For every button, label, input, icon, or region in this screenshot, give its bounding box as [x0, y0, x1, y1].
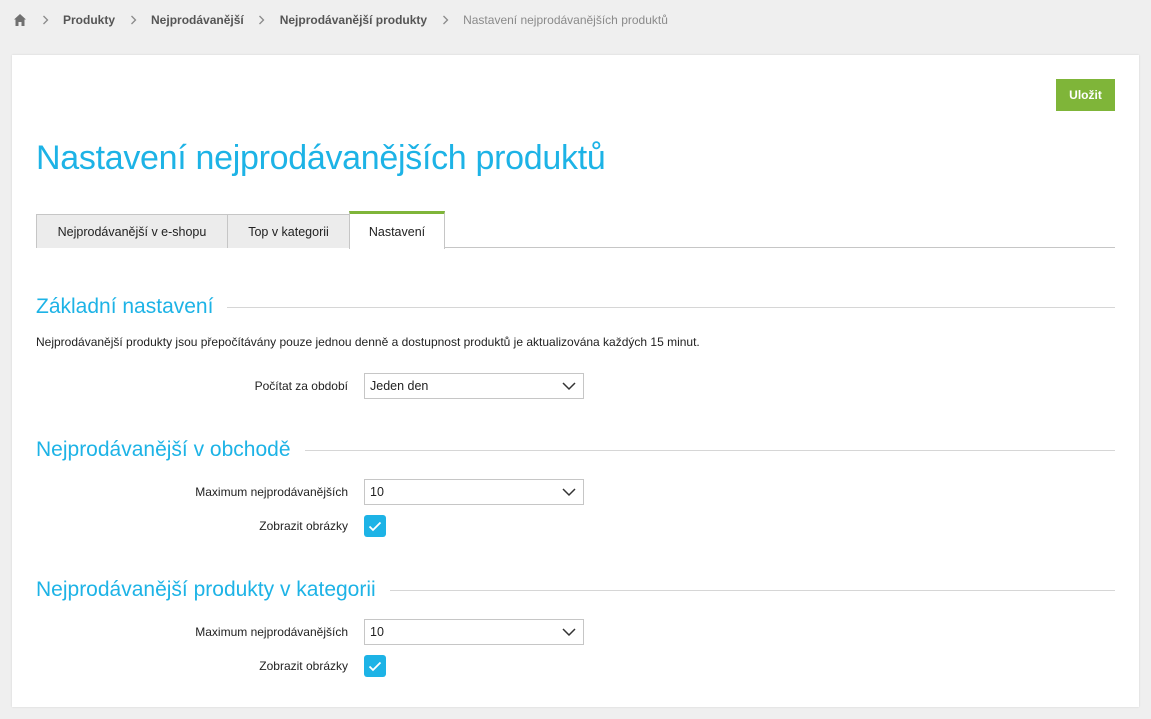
category-max-select[interactable]: 10 [364, 619, 584, 645]
period-row: Počítat za období Jeden den [36, 373, 636, 399]
category-images-row: Zobrazit obrázky [36, 653, 636, 679]
chevron-right-icon [435, 15, 455, 25]
section-divider [389, 589, 1115, 591]
chevron-down-icon [561, 381, 577, 391]
settings-card: Uložit Nastavení nejprodávanějších produ… [12, 55, 1139, 707]
info-text: Nejprodávanější produkty jsou přepočítáv… [36, 335, 700, 349]
period-label: Počítat za období [254, 379, 348, 393]
tab-top-v-kategorii[interactable]: Top v kategorii [227, 214, 350, 248]
breadcrumb-link-produkty[interactable]: Produkty [63, 13, 115, 27]
period-select[interactable]: Jeden den [364, 373, 584, 399]
section-shop-header: Nejprodávanější v obchodě [36, 438, 1115, 462]
section-divider [227, 306, 1115, 308]
shop-images-label: Zobrazit obrázky [259, 519, 348, 533]
shop-images-row: Zobrazit obrázky [36, 513, 636, 539]
tab-bar: Nejprodávanější v e-shopu Top v kategori… [36, 211, 1115, 249]
section-category-title: Nejprodávanější produkty v kategorii [36, 578, 376, 601]
home-icon[interactable] [13, 13, 27, 27]
chevron-right-icon [35, 15, 55, 25]
check-icon [368, 661, 382, 671]
section-basic-header: Základní nastavení [36, 295, 1115, 319]
shop-max-select[interactable]: 10 [364, 479, 584, 505]
period-select-value: Jeden den [370, 379, 429, 393]
breadcrumb-current: Nastavení nejprodávanějších produktů [463, 13, 668, 27]
category-images-label: Zobrazit obrázky [259, 659, 348, 673]
section-category-header: Nejprodávanější produkty v kategorii [36, 578, 1115, 602]
section-divider [304, 449, 1115, 451]
category-images-checkbox[interactable] [364, 655, 386, 677]
breadcrumb-link-nejprodavanejsi[interactable]: Nejprodávanější [151, 13, 244, 27]
chevron-down-icon [561, 627, 577, 637]
section-basic-title: Základní nastavení [36, 295, 214, 318]
chevron-right-icon [123, 15, 143, 25]
shop-max-select-value: 10 [370, 485, 384, 499]
category-max-select-value: 10 [370, 625, 384, 639]
shop-max-label: Maximum nejprodávanějších [195, 485, 348, 499]
chevron-right-icon [252, 15, 272, 25]
tab-nastaveni[interactable]: Nastavení [349, 211, 445, 249]
page-title: Nastavení nejprodávanějších produktů [36, 139, 606, 177]
category-max-row: Maximum nejprodávanějších 10 [36, 619, 636, 645]
shop-images-checkbox[interactable] [364, 515, 386, 537]
check-icon [368, 521, 382, 531]
chevron-down-icon [561, 487, 577, 497]
breadcrumb: Produkty Nejprodávanější Nejprodávanější… [13, 0, 668, 40]
breadcrumb-link-nejprodavanejsi-produkty[interactable]: Nejprodávanější produkty [280, 13, 427, 27]
section-shop-title: Nejprodávanější v obchodě [36, 438, 291, 461]
tab-nejprodavanejsi-v-eshopu[interactable]: Nejprodávanější v e-shopu [36, 214, 228, 248]
shop-max-row: Maximum nejprodávanějších 10 [36, 479, 636, 505]
save-button[interactable]: Uložit [1056, 79, 1115, 111]
category-max-label: Maximum nejprodávanějších [195, 625, 348, 639]
